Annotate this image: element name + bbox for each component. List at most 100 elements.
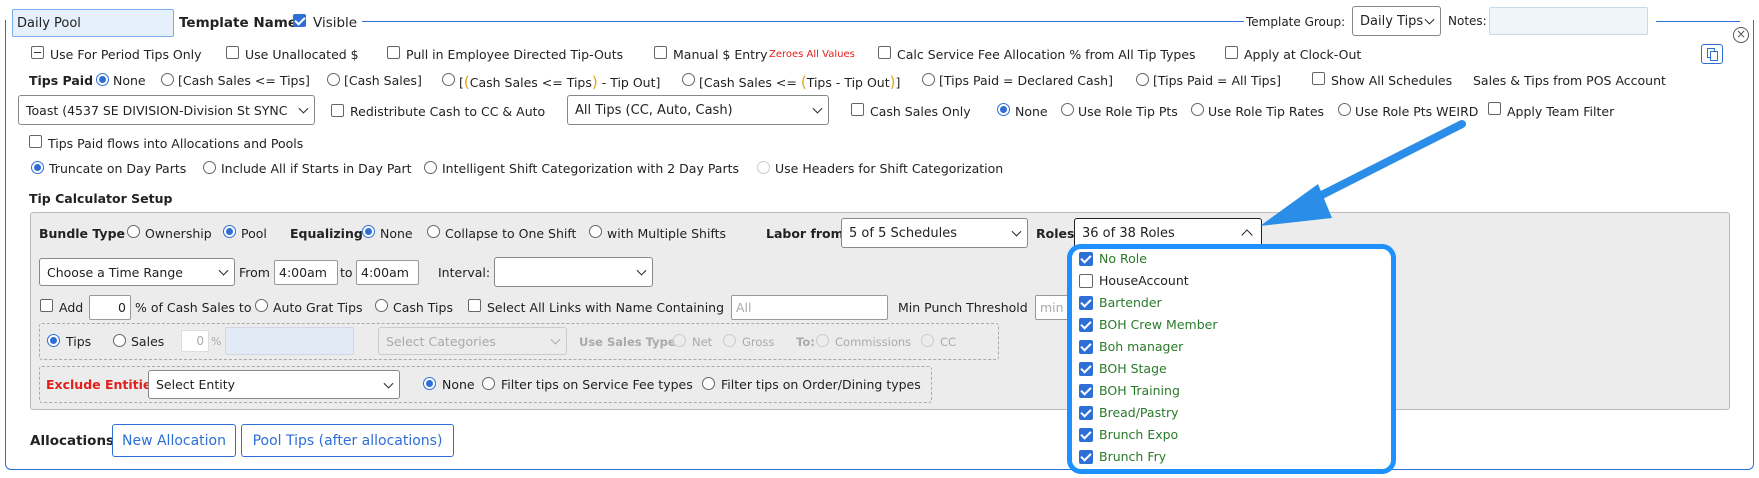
roles-option[interactable]: Bartender <box>1079 295 1162 310</box>
select-links-checkbox[interactable] <box>468 299 481 314</box>
roles-option-checkbox[interactable] <box>1079 427 1093 442</box>
period-only-checkbox[interactable] <box>31 46 44 61</box>
auto-grat-radio[interactable] <box>255 299 268 314</box>
clock-out-label: Apply at Clock-Out <box>1244 47 1362 62</box>
roles-option[interactable]: Bread/Pastry <box>1079 405 1179 420</box>
filter-fee-radio[interactable] <box>482 377 495 392</box>
roles-option-checkbox[interactable] <box>1079 339 1093 354</box>
visible-checkbox[interactable] <box>293 14 306 29</box>
equalizing-none-radio[interactable] <box>362 225 375 240</box>
unallocated-checkbox[interactable] <box>226 46 239 61</box>
header-line-left <box>362 21 1244 22</box>
roles-option[interactable]: BOH Stage <box>1079 361 1167 376</box>
links-name-input[interactable]: All <box>731 295 888 320</box>
min-punch-label: Min Punch Threshold <box>898 300 1028 315</box>
tips-paid-opt4-radio[interactable] <box>682 73 695 88</box>
roles-option[interactable]: Brunch Fry <box>1079 449 1166 464</box>
header-line-right <box>1656 21 1740 22</box>
select-entity-select[interactable]: Select Entity <box>148 370 400 399</box>
tips-paid-none-radio[interactable] <box>96 73 109 88</box>
pool-radio[interactable] <box>223 225 236 240</box>
show-schedules-checkbox[interactable] <box>1312 72 1325 87</box>
tips-paid-opt5-label: [Tips Paid = Declared Cash] <box>939 73 1113 88</box>
cash-tips-radio[interactable] <box>375 299 388 314</box>
team-filter-checkbox[interactable] <box>1488 102 1501 117</box>
use-headers-radio[interactable] <box>757 161 770 176</box>
sales-percent-input: 0 <box>181 330 209 352</box>
role-tip-rates-label: Use Role Tip Rates <box>1208 104 1325 119</box>
add-cash-checkbox[interactable] <box>40 299 53 314</box>
roles-option[interactable]: HouseAccount <box>1079 273 1189 288</box>
roles-option[interactable]: BOH Training <box>1079 383 1180 398</box>
roles-option-label: Brunch Fry <box>1099 449 1167 464</box>
cc-radio <box>921 334 934 349</box>
roles-option[interactable]: No Role <box>1079 251 1147 266</box>
add-label: Add <box>59 300 84 315</box>
truncate-label: Truncate on Day Parts <box>49 161 187 176</box>
new-allocation-button[interactable]: New Allocation <box>112 424 236 457</box>
flows-checkbox[interactable] <box>29 135 42 150</box>
notes-input[interactable] <box>1489 7 1648 35</box>
redistribute-label: Redistribute Cash to CC & Auto <box>350 104 546 119</box>
role-pts-weird-radio[interactable] <box>1338 103 1351 118</box>
tips-paid-label: Tips Paid <box>29 73 94 88</box>
tip-pts-none-radio[interactable] <box>997 103 1010 118</box>
manual-entry-checkbox[interactable] <box>654 46 667 61</box>
tips-paid-opt4-label: [Cash Sales <= (Tips - Tip Out)] <box>699 73 901 91</box>
redistribute-checkbox[interactable] <box>331 104 344 119</box>
roles-option-checkbox[interactable] <box>1079 405 1093 420</box>
template-group-select[interactable]: Daily Tips <box>1352 6 1441 36</box>
role-tip-pts-radio[interactable] <box>1061 103 1074 118</box>
roles-option-checkbox[interactable] <box>1079 361 1093 376</box>
use-headers-label: Use Headers for Shift Categorization <box>775 161 1004 176</box>
roles-option-checkbox[interactable] <box>1079 273 1093 288</box>
roles-option[interactable]: BOH Crew Member <box>1079 317 1217 332</box>
include-all-radio[interactable] <box>203 161 216 176</box>
intelligent-radio[interactable] <box>424 161 437 176</box>
roles-option-checkbox[interactable] <box>1079 383 1093 398</box>
roles-option-checkbox[interactable] <box>1079 317 1093 332</box>
collapse-radio[interactable] <box>427 225 440 240</box>
roles-option-checkbox[interactable] <box>1079 295 1093 310</box>
tips-paid-opt6-radio[interactable] <box>1136 73 1149 88</box>
tips-radio[interactable] <box>47 334 60 349</box>
sales-radio[interactable] <box>113 334 126 349</box>
labor-from-select[interactable]: 5 of 5 Schedules <box>841 218 1028 248</box>
tips-paid-opt3-radio[interactable] <box>442 73 455 88</box>
tip-types-select[interactable]: All Tips (CC, Auto, Cash) <box>567 95 829 125</box>
time-range-select[interactable]: Choose a Time Range <box>39 258 235 286</box>
template-name-input[interactable]: Daily Pool <box>12 9 174 37</box>
sales-tips-pos-label: Sales & Tips from POS Account <box>1473 73 1666 88</box>
exclude-none-radio[interactable] <box>423 377 436 392</box>
calc-fee-checkbox[interactable] <box>878 46 891 61</box>
multiple-shifts-radio[interactable] <box>589 225 602 240</box>
filter-order-radio[interactable] <box>702 377 715 392</box>
tips-paid-opt2-radio[interactable] <box>327 73 340 88</box>
pool-tips-button[interactable]: Pool Tips (after allocations) <box>241 424 454 457</box>
cash-only-label: Cash Sales Only <box>870 104 971 119</box>
tips-paid-opt2-label: [Cash Sales] <box>344 73 422 88</box>
truncate-radio[interactable] <box>31 161 44 176</box>
to-time-input[interactable]: 4:00am <box>356 260 419 285</box>
roles-option-checkbox[interactable] <box>1079 251 1093 266</box>
pull-in-checkbox[interactable] <box>387 46 400 61</box>
ownership-radio[interactable] <box>127 225 140 240</box>
roles-option-checkbox[interactable] <box>1079 449 1093 464</box>
tips-radio-label: Tips <box>66 334 92 349</box>
interval-select[interactable] <box>494 257 653 287</box>
close-circle-icon[interactable]: × <box>1733 27 1749 43</box>
tips-paid-opt1-radio[interactable] <box>161 73 174 88</box>
commissions-label: Commissions <box>835 335 912 349</box>
from-time-input[interactable]: 4:00am <box>274 260 338 285</box>
tips-paid-opt5-radio[interactable] <box>922 73 935 88</box>
add-percent-input[interactable]: 0 <box>89 295 131 320</box>
pos-account-select[interactable]: Toast (4537 SE DIVISION-Division St SYNC <box>18 95 315 125</box>
roles-option[interactable]: Brunch Expo <box>1079 427 1178 442</box>
role-tip-rates-radio[interactable] <box>1191 103 1204 118</box>
roles-option[interactable]: Boh manager <box>1079 339 1183 354</box>
cash-only-checkbox[interactable] <box>851 103 864 118</box>
copy-icon[interactable] <box>1701 44 1723 64</box>
bundle-type-label: Bundle Type <box>39 226 126 241</box>
clock-out-checkbox[interactable] <box>1225 46 1238 61</box>
pull-in-label: Pull in Employee Directed Tip-Outs <box>406 47 624 62</box>
